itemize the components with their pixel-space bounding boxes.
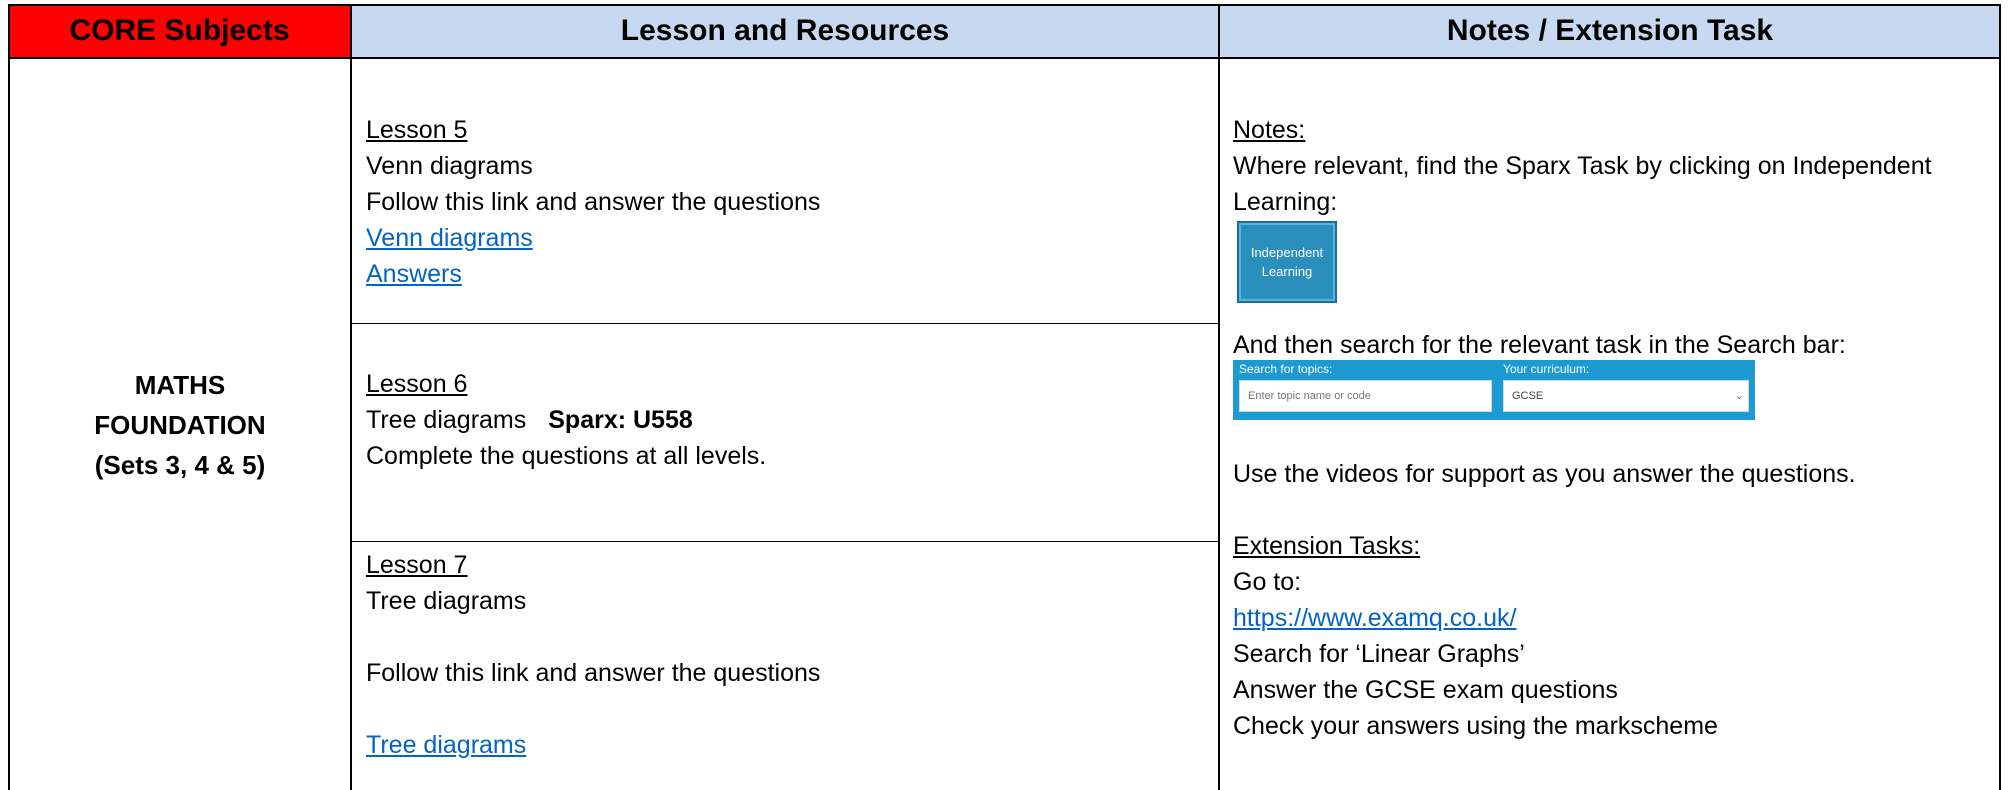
lesson-7-cell: Lesson 7 Tree diagrams Follow this link …: [366, 547, 1206, 763]
lesson-6-cell: Lesson 6 Tree diagrams Sparx: U558 Comple…: [366, 366, 1206, 474]
extension-cell: Use the videos for support as you answer…: [1233, 456, 1993, 744]
header-notes-extension: Notes / Extension Task: [1219, 4, 2001, 58]
venn-diagrams-link[interactable]: Venn diagrams: [366, 224, 533, 252]
lesson-6-title: Lesson 6: [366, 370, 468, 398]
answer-text: Answer the GCSE exam questions: [1233, 676, 1618, 704]
goto-text: Go to:: [1233, 568, 1302, 596]
notes-heading: Notes:: [1233, 116, 1306, 144]
lesson-7-topic: Tree diagrams: [366, 587, 527, 615]
search-topics-label: Search for topics:: [1239, 362, 1333, 376]
lesson-divider-2: [351, 541, 1219, 542]
header-core-subjects-label: CORE Subjects: [69, 14, 290, 47]
chevron-down-icon: ⌄: [1734, 390, 1744, 402]
sparx-search-bar: Search for topics: Enter topic name or c…: [1233, 360, 1755, 420]
curriculum-select[interactable]: GCSE ⌄: [1503, 380, 1749, 412]
lesson-6-sparx-code: Sparx: U558: [548, 406, 693, 434]
independent-learning-label-2: Learning: [1261, 264, 1313, 279]
col-divider-2: [1218, 4, 1220, 790]
extension-heading: Extension Tasks:: [1233, 532, 1421, 560]
lesson-divider-1: [351, 323, 1219, 324]
subject-level: FOUNDATION: [94, 409, 266, 440]
check-text: Check your answers using the markscheme: [1233, 712, 1718, 740]
lesson-5-topic: Venn diagrams: [366, 152, 533, 180]
independent-learning-button[interactable]: Independent Learning: [1237, 221, 1337, 303]
table-border-right: [1999, 4, 2001, 790]
header-lesson-resources: Lesson and Resources: [351, 4, 1219, 58]
lesson-5-cell: Lesson 5 Venn diagrams Follow this link …: [366, 112, 1206, 292]
examq-link[interactable]: https://www.examq.co.uk/: [1233, 604, 1516, 632]
lesson-5-instruction: Follow this link and answer the question…: [366, 188, 821, 216]
lesson-5-title: Lesson 5: [366, 116, 468, 144]
header-lesson-resources-label: Lesson and Resources: [620, 14, 950, 47]
notes-line-2: Learning:: [1233, 188, 1338, 216]
independent-learning-label-1: Independent: [1250, 245, 1324, 260]
lesson-6-instruction: Complete the questions at all levels.: [366, 442, 767, 470]
col-divider-1: [350, 4, 352, 790]
videos-line: Use the videos for support as you answer…: [1233, 460, 1856, 488]
lesson-7-instruction: Follow this link and answer the question…: [366, 659, 821, 687]
answers-link[interactable]: Answers: [366, 260, 462, 288]
subject-sets: (Sets 3, 4 & 5): [94, 449, 266, 480]
lesson-table: CORE Subjects Lesson and Resources Notes…: [8, 4, 2001, 790]
search-for-text: Search for ‘Linear Graphs’: [1233, 640, 1525, 668]
lesson-7-title: Lesson 7: [366, 551, 468, 579]
tree-diagrams-link[interactable]: Tree diagrams: [366, 731, 526, 759]
search-topics-input[interactable]: Enter topic name or code: [1239, 380, 1492, 412]
subject-name: MATHS: [134, 369, 226, 400]
header-core-subjects: CORE Subjects: [8, 4, 351, 58]
header-notes-extension-label: Notes / Extension Task: [1446, 14, 1774, 47]
search-instruction: And then search for the relevant task in…: [1233, 331, 1846, 359]
search-topics-placeholder: Enter topic name or code: [1248, 390, 1371, 402]
curriculum-label: Your curriculum:: [1503, 362, 1590, 376]
table-border-top: [8, 4, 2001, 6]
notes-line-1: Where relevant, find the Sparx Task by c…: [1233, 152, 1932, 180]
notes-cell: Notes: Where relevant, find the Sparx Ta…: [1233, 112, 1993, 220]
curriculum-value: GCSE: [1512, 390, 1544, 402]
lesson-6-topic: Tree diagrams: [366, 406, 527, 434]
subject-cell: MATHS FOUNDATION (Sets 3, 4 & 5): [10, 59, 350, 790]
